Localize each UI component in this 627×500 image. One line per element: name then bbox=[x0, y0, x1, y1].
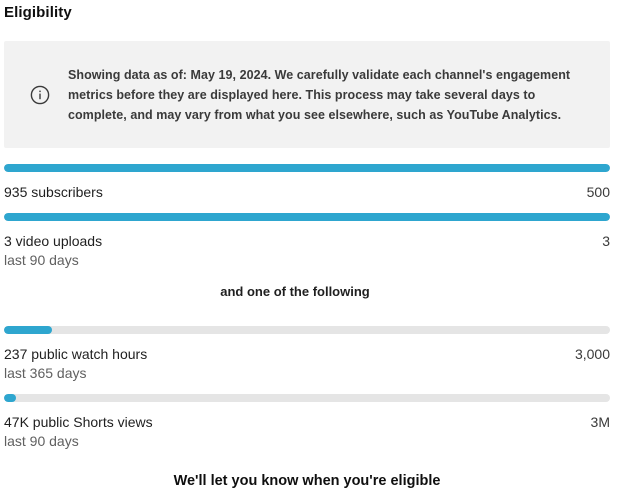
eligibility-message: We'll let you know when you're eligible bbox=[173, 473, 441, 489]
divider-text: and one of the following bbox=[220, 284, 370, 299]
metric-label: 3 video uploads bbox=[4, 233, 103, 249]
progress-bar bbox=[4, 164, 610, 172]
metric-shorts-views: 47K public Shorts views 3M last 90 days bbox=[4, 394, 610, 450]
metric-target: 3 bbox=[602, 233, 610, 249]
info-icon bbox=[30, 85, 50, 105]
metric-target: 500 bbox=[586, 184, 610, 200]
metric-label: 935 subscribers bbox=[4, 184, 103, 200]
metric-period: last 365 days bbox=[4, 365, 87, 381]
metric-target: 3M bbox=[590, 414, 610, 430]
metric-watch-hours: 237 public watch hours 3,000 last 365 da… bbox=[4, 326, 610, 382]
metric-label: 237 public watch hours bbox=[4, 346, 148, 362]
progress-fill bbox=[4, 164, 610, 172]
progress-bar bbox=[4, 213, 610, 221]
section-title: Eligibility bbox=[4, 4, 72, 21]
progress-fill bbox=[4, 326, 52, 334]
eligibility-panel: Eligibility Showing data as of: May 19, … bbox=[0, 0, 627, 500]
metric-period: last 90 days bbox=[4, 433, 79, 449]
progress-bar bbox=[4, 394, 610, 402]
progress-bar bbox=[4, 326, 610, 334]
metric-period: last 90 days bbox=[4, 252, 79, 268]
progress-fill bbox=[4, 213, 610, 221]
metric-video-uploads: 3 video uploads 3 last 90 days bbox=[4, 213, 610, 269]
metric-subscribers: 935 subscribers 500 bbox=[4, 164, 610, 202]
info-banner: Showing data as of: May 19, 2024. We car… bbox=[4, 41, 610, 148]
metric-label: 47K public Shorts views bbox=[4, 414, 153, 430]
info-text: Showing data as of: May 19, 2024. We car… bbox=[68, 68, 571, 122]
progress-fill bbox=[4, 394, 16, 402]
metric-target: 3,000 bbox=[574, 346, 610, 362]
